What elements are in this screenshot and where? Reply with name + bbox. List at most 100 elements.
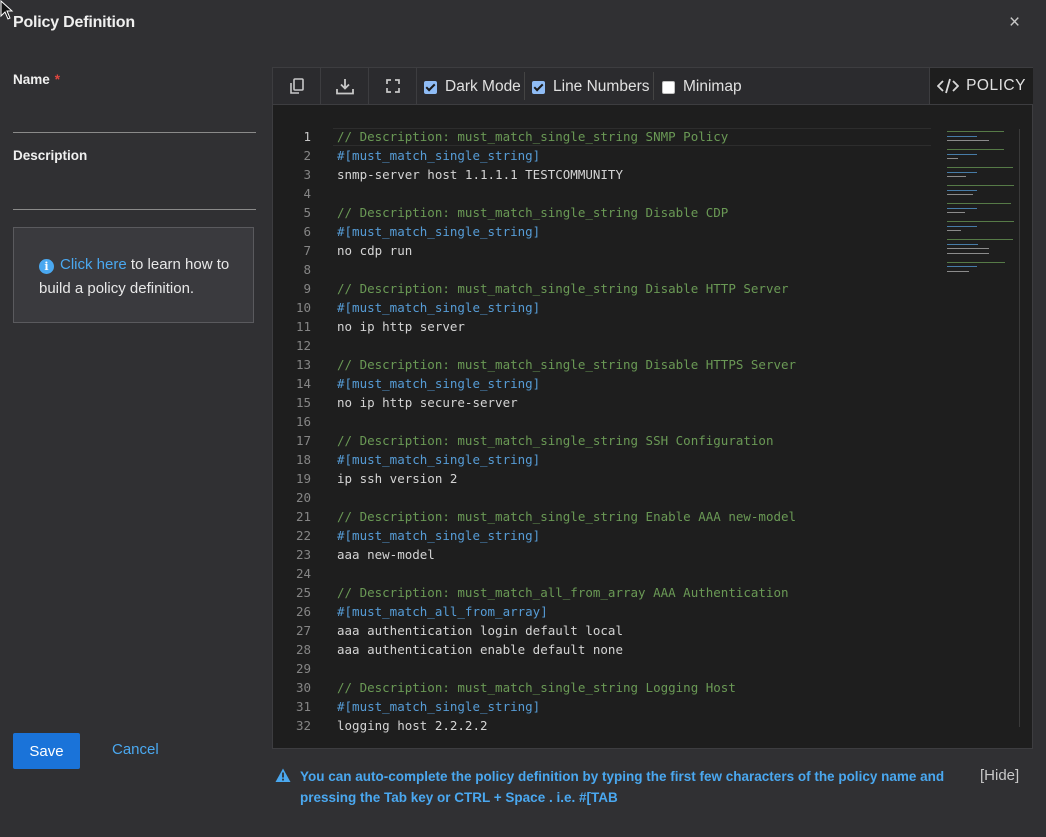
line-number: 26	[295, 604, 311, 619]
code-line: #[must_match_single_string]	[337, 300, 541, 315]
line-number: 32	[295, 718, 311, 733]
line-number: 16	[295, 414, 311, 429]
line-number: 2	[303, 148, 311, 163]
code-line: // Description: must_match_single_string…	[337, 129, 729, 144]
minimap-line	[947, 149, 1005, 150]
line-numbers-label: Line Numbers	[553, 78, 650, 95]
cancel-button[interactable]: Cancel	[112, 741, 159, 758]
copy-icon	[289, 77, 304, 94]
line-numbers-toggle[interactable]: Line Numbers	[532, 78, 650, 96]
line-number: 14	[295, 376, 311, 391]
line-number: 5	[303, 205, 311, 220]
code-line: // Description: must_match_single_string…	[337, 357, 797, 372]
code-line: aaa authentication login default local	[337, 623, 623, 638]
line-number: 15	[295, 395, 311, 410]
code-line: #[must_match_single_string]	[337, 376, 541, 391]
minimap-line	[947, 131, 1005, 132]
close-icon[interactable]: ×	[1009, 13, 1020, 33]
dark-mode-label: Dark Mode	[445, 78, 521, 95]
info-text: i Click here to learn how to build a poli…	[39, 253, 239, 301]
line-number: 18	[295, 452, 311, 467]
copy-button[interactable]	[273, 68, 321, 104]
minimap-line	[947, 261, 1006, 263]
minimap-line	[947, 135, 977, 137]
code-line: // Description: must_match_single_string…	[337, 281, 789, 296]
policy-tab-label: POLICY	[966, 77, 1026, 94]
code-line: #[must_match_all_from_array]	[337, 604, 548, 619]
name-label-text: Name	[13, 72, 50, 87]
minimap-line	[947, 167, 1013, 168]
code-line: #[must_match_single_string]	[337, 528, 541, 543]
line-number: 8	[303, 262, 311, 277]
code-line: snmp-server host 1.1.1.1 TESTCOMMUNITY	[337, 167, 623, 182]
warning-icon	[275, 768, 291, 782]
dialog-title: Policy Definition	[13, 14, 135, 31]
code-line: // Description: must_match_single_string…	[337, 509, 797, 524]
line-number: 27	[295, 623, 311, 638]
code-line: ip ssh version 2	[337, 471, 458, 486]
code-line: #[must_match_single_string]	[337, 224, 541, 239]
line-number: 13	[295, 357, 311, 372]
info-box: i Click here to learn how to build a poli…	[13, 227, 254, 323]
line-number: 20	[295, 490, 311, 505]
editor-toolbar: Dark Mode Line Numbers Minimap POLICY	[273, 68, 1033, 105]
minimap-line	[947, 194, 974, 195]
code-line: no ip http server	[337, 319, 465, 334]
editor-scrollbar[interactable]	[1019, 129, 1031, 727]
fullscreen-icon	[385, 79, 400, 93]
name-label: Name *	[13, 72, 60, 87]
dark-mode-toggle[interactable]: Dark Mode	[424, 78, 521, 96]
minimap-line	[947, 140, 989, 141]
minimap-line	[947, 270, 969, 272]
minimap-line	[947, 212, 965, 213]
download-button[interactable]	[321, 68, 369, 104]
minimap-line	[947, 207, 977, 209]
learn-more-link[interactable]: Click here	[60, 256, 127, 273]
line-number: 22	[295, 528, 311, 543]
code-line: // Description: must_match_single_string…	[337, 680, 736, 695]
description-input[interactable]	[13, 183, 256, 210]
editor-minimap[interactable]	[939, 127, 1019, 287]
line-number: 4	[303, 186, 311, 201]
line-number: 24	[295, 566, 311, 581]
line-number: 10	[295, 300, 311, 315]
minimap-line	[947, 266, 977, 267]
line-number: 12	[295, 338, 311, 353]
minimap-line	[947, 225, 977, 227]
minimap-line	[947, 230, 962, 231]
hide-hint-button[interactable]: [Hide]	[980, 767, 1019, 784]
minimap-toggle[interactable]: Minimap	[662, 78, 742, 96]
line-number: 23	[295, 547, 311, 562]
line-number: 21	[295, 509, 311, 524]
minimap-line	[947, 189, 977, 191]
required-marker: *	[54, 72, 61, 87]
minimap-checkbox[interactable]	[662, 80, 675, 94]
fullscreen-button[interactable]	[369, 68, 417, 104]
line-number: 6	[303, 224, 311, 239]
tab-policy[interactable]: POLICY	[929, 68, 1033, 104]
minimap-line	[947, 248, 989, 249]
save-button[interactable]: Save	[13, 733, 80, 769]
name-input[interactable]	[13, 106, 256, 133]
minimap-line	[947, 239, 1013, 240]
hint-text: You can auto-complete the policy definit…	[300, 769, 945, 805]
line-number: 11	[295, 319, 311, 334]
code-line: aaa authentication enable default none	[337, 642, 623, 657]
minimap-label: Minimap	[683, 78, 742, 95]
code-editor[interactable]: 1 // Description: must_match_single_strin…	[273, 105, 1032, 748]
dark-mode-checkbox[interactable]	[424, 80, 437, 94]
code-line: // Description: must_match_all_from_arra…	[337, 585, 789, 600]
line-number: 29	[295, 661, 311, 676]
code-line: no cdp run	[337, 243, 413, 258]
line-numbers-checkbox[interactable]	[532, 80, 545, 94]
minimap-line	[947, 243, 978, 245]
code-line: // Description: must_match_single_string…	[337, 433, 774, 448]
minimap-line	[947, 221, 1015, 222]
toolbar-divider	[524, 72, 525, 100]
toolbar-divider	[653, 72, 654, 100]
policy-editor-panel: Dark Mode Line Numbers Minimap POLICY 1 /…	[272, 67, 1033, 749]
info-icon: i	[39, 259, 54, 274]
code-line: #[must_match_single_string]	[337, 699, 541, 714]
code-icon	[937, 78, 960, 94]
minimap-line	[947, 171, 977, 173]
